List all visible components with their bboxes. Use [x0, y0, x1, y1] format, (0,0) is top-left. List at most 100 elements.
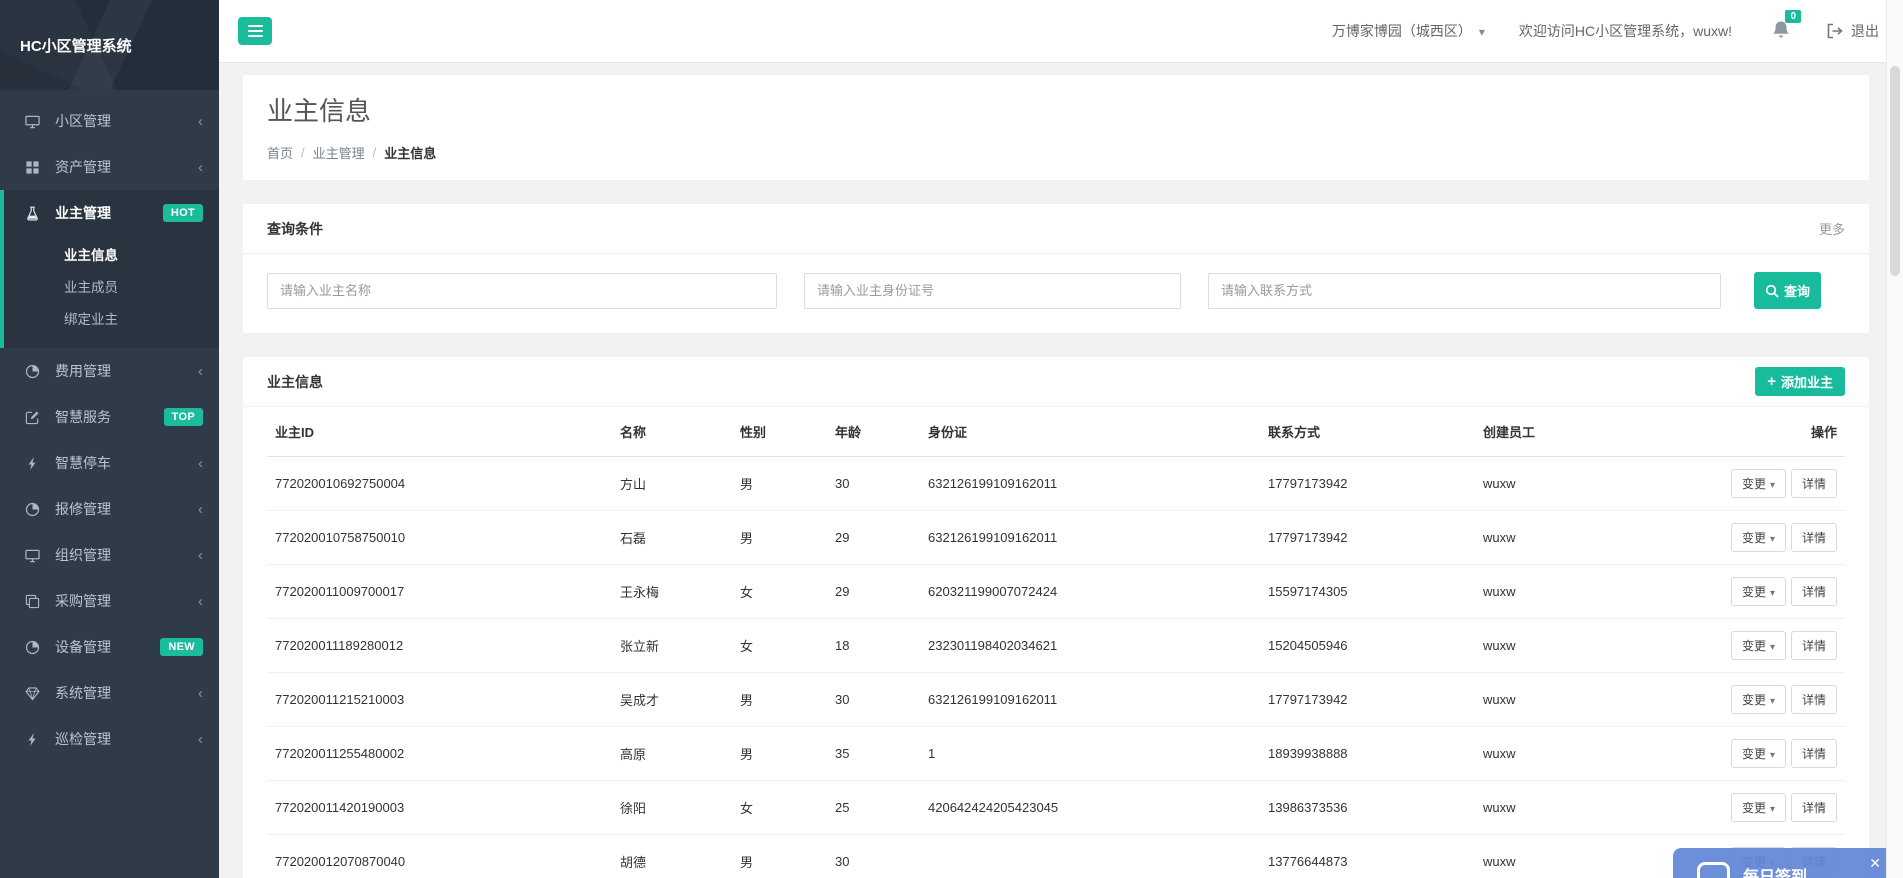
detail-button[interactable]: 详情 [1791, 523, 1837, 552]
sidebar-item-label: 采购管理 [55, 591, 111, 611]
sidebar-item-label: 费用管理 [55, 361, 111, 381]
cell-phone: 15597174305 [1260, 565, 1475, 619]
cell-id: 772020010758750010 [267, 511, 612, 565]
cell-gender: 女 [732, 781, 827, 835]
sidebar-group-2: 业主管理HOT业主信息业主成员绑定业主 [0, 190, 219, 348]
badge-hot: HOT [163, 204, 203, 222]
contact-input[interactable] [1208, 273, 1721, 309]
chevron-down-icon [1766, 585, 1775, 599]
column-header-6: 创建员工 [1475, 407, 1715, 457]
sidebar-item-label: 小区管理 [55, 111, 111, 131]
cell-age: 18 [827, 619, 920, 673]
cell-id: 772020011420190003 [267, 781, 612, 835]
cell-creator: wuxw [1475, 619, 1715, 673]
community-selector[interactable]: 万博家博园（城西区） [1332, 21, 1485, 41]
owner-idcard-input[interactable] [804, 273, 1181, 309]
detail-button[interactable]: 详情 [1791, 793, 1837, 822]
cell-age: 29 [827, 511, 920, 565]
chevron-down-icon [1766, 639, 1775, 653]
cell-id: 772020011215210003 [267, 673, 612, 727]
sidebar-item-10[interactable]: 系统管理 [0, 670, 219, 716]
detail-button[interactable]: 详情 [1791, 685, 1837, 714]
scrollbar-thumb[interactable] [1890, 66, 1900, 276]
cell-id_card [920, 835, 1260, 878]
sidebar-item-9[interactable]: 设备管理NEW [0, 624, 219, 670]
monitor-icon [25, 113, 42, 130]
change-button[interactable]: 变更 [1731, 523, 1786, 552]
column-header-2: 性别 [732, 407, 827, 457]
detail-button[interactable]: 详情 [1791, 577, 1837, 606]
cell-id_card: 1 [920, 727, 1260, 781]
main-area: 万博家博园（城西区） 欢迎访问HC小区管理系统，wuxw! 0 [219, 0, 1903, 878]
cell-id: 772020011189280012 [267, 619, 612, 673]
cell-actions: 变更详情 [1715, 457, 1845, 511]
sidebar-subitem-2-0[interactable]: 业主信息 [4, 238, 219, 270]
content: 业主信息 首页 业主管理 业主信息 查询条件 更多 [219, 63, 1903, 878]
sidebar-subitem-2-2[interactable]: 绑定业主 [4, 302, 219, 334]
logout-label: 退出 [1851, 21, 1879, 41]
column-header-1: 名称 [612, 407, 732, 457]
cell-creator: wuxw [1475, 565, 1715, 619]
chevron-down-icon [1766, 801, 1775, 815]
grid-icon [25, 159, 42, 176]
sidebar-item-6[interactable]: 报修管理 [0, 486, 219, 532]
sidebar-item-7[interactable]: 组织管理 [0, 532, 219, 578]
change-button[interactable]: 变更 [1731, 793, 1786, 822]
breadcrumb-owner-mgmt[interactable]: 业主管理 [313, 143, 365, 162]
search-button[interactable]: 查询 [1754, 272, 1821, 309]
table-row: 772020011189280012张立新女182323011984020346… [267, 619, 1845, 673]
gem-icon [25, 685, 42, 702]
cell-creator: wuxw [1475, 673, 1715, 727]
sidebar-item-5[interactable]: 智慧停车 [0, 440, 219, 486]
detail-button[interactable]: 详情 [1791, 631, 1837, 660]
detail-button[interactable]: 详情 [1791, 469, 1837, 498]
change-button[interactable]: 变更 [1731, 685, 1786, 714]
sidebar-item-8[interactable]: 采购管理 [0, 578, 219, 624]
chevron-icon [198, 456, 203, 471]
owners-table-wrap: 业主ID名称性别年龄身份证联系方式创建员工操作 7720200106927500… [243, 407, 1869, 878]
change-button[interactable]: 变更 [1731, 739, 1786, 768]
sidebar-item-label: 智慧服务 [55, 407, 111, 427]
cell-gender: 女 [732, 619, 827, 673]
close-icon[interactable] [1869, 855, 1881, 872]
sidebar-subitem-2-1[interactable]: 业主成员 [4, 270, 219, 302]
owner-name-input[interactable] [267, 273, 777, 309]
scrollbar[interactable] [1886, 0, 1903, 878]
query-panel-head: 查询条件 更多 [243, 204, 1869, 254]
change-button[interactable]: 变更 [1731, 577, 1786, 606]
detail-button[interactable]: 详情 [1791, 739, 1837, 768]
cell-name: 吴成才 [612, 673, 732, 727]
change-button[interactable]: 变更 [1731, 631, 1786, 660]
logout-icon [1826, 23, 1843, 39]
cell-name: 徐阳 [612, 781, 732, 835]
cell-phone: 13776644873 [1260, 835, 1475, 878]
cell-age: 30 [827, 457, 920, 511]
notifications-button[interactable]: 0 [1772, 20, 1790, 43]
cell-id_card: 232301198402034621 [920, 619, 1260, 673]
more-link[interactable]: 更多 [1819, 219, 1845, 238]
sidebar-item-11[interactable]: 巡检管理 [0, 716, 219, 762]
sidebar-item-label: 系统管理 [55, 683, 111, 703]
plus-icon [1767, 373, 1777, 390]
sidebar-item-label: 资产管理 [55, 157, 111, 177]
add-owner-button[interactable]: 添加业主 [1755, 367, 1845, 396]
change-button[interactable]: 变更 [1731, 469, 1786, 498]
app-logo[interactable]: HC小区管理系统 [0, 0, 219, 90]
sidebar-item-2[interactable]: 业主管理HOT [4, 190, 219, 236]
bolt-icon [25, 731, 42, 748]
sidebar-item-4[interactable]: 智慧服务TOP [0, 394, 219, 440]
logout-button[interactable]: 退出 [1826, 21, 1879, 41]
sidebar-item-0[interactable]: 小区管理 [0, 98, 219, 144]
community-name: 万博家博园（城西区） [1332, 21, 1472, 41]
app-root: HC小区管理系统 小区管理资产管理业主管理HOT业主信息业主成员绑定业主费用管理… [0, 0, 1903, 878]
cell-name: 张立新 [612, 619, 732, 673]
cell-actions: 变更详情 [1715, 781, 1845, 835]
cell-id: 772020012070870040 [267, 835, 612, 878]
sidebar-item-3[interactable]: 费用管理 [0, 348, 219, 394]
chevron-icon [198, 732, 203, 747]
column-header-5: 联系方式 [1260, 407, 1475, 457]
bell-icon [1772, 20, 1790, 40]
sidebar-item-1[interactable]: 资产管理 [0, 144, 219, 190]
sidebar-toggle-button[interactable] [238, 17, 272, 45]
breadcrumb-home[interactable]: 首页 [267, 143, 293, 162]
